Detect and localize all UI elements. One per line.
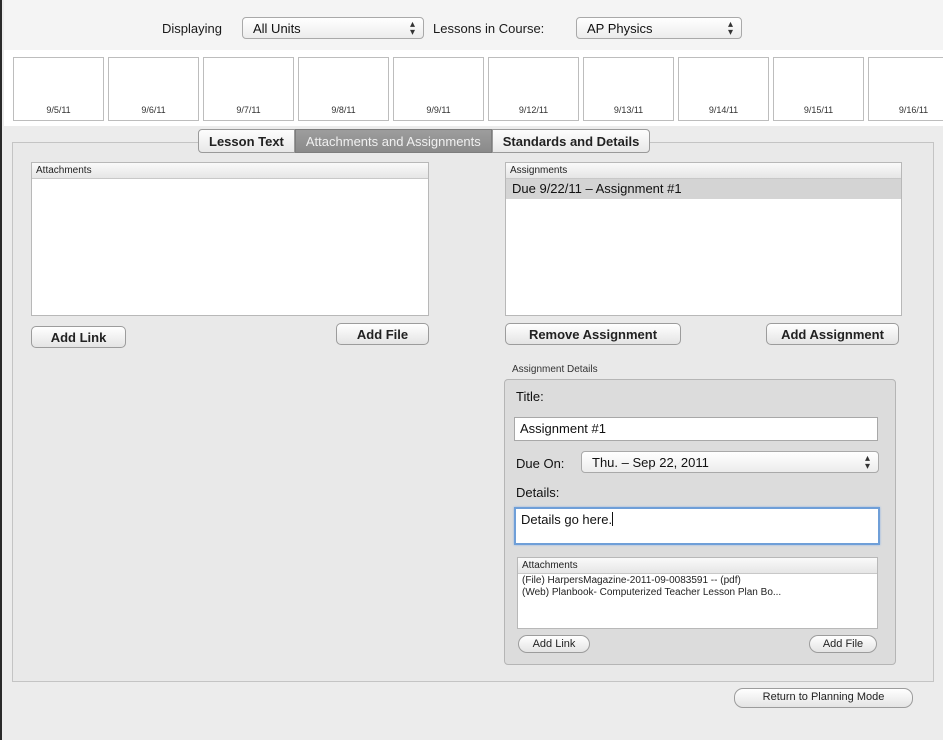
due-on-select-value: Thu. – Sep 22, 2011 [592,455,709,470]
window: Displaying All Units ▴ ▾ Lessons in Cours… [0,0,943,740]
day-date: 9/12/11 [518,105,549,115]
day-date: 9/6/11 [141,105,166,115]
day-date: 9/14/11 [708,105,739,115]
tab-attachments-and-assignments[interactable]: Attachments and Assignments [294,129,492,153]
date-strip: 9/5/11 9/6/11 9/7/11 9/8/11 9/9/11 9/12/… [4,50,943,126]
day-date: 9/16/11 [898,105,929,115]
assignment-row-selected[interactable]: Due 9/22/11 – Assignment #1 [506,179,901,199]
due-on-label: Due On: [516,456,565,471]
details-label: Details: [516,485,560,500]
details-field-text: Details go here. [521,512,613,527]
day-date: 9/9/11 [426,105,451,115]
assignments-list-header: Assignments [506,163,901,179]
toolbar: Displaying All Units ▴ ▾ Lessons in Cours… [4,0,943,50]
displaying-select-value: All Units [253,21,301,36]
day-cell[interactable]: 9/6/11 [108,57,199,121]
course-label: Lessons in Course: [433,21,545,36]
day-cell[interactable]: 9/16/11 [868,57,943,121]
course-select[interactable]: AP Physics ▴ ▾ [576,17,742,39]
details-field[interactable]: Details go here. [514,507,880,545]
detail-add-link-button[interactable]: Add Link [518,635,590,653]
add-assignment-button[interactable]: Add Assignment [766,323,899,345]
return-to-planning-mode-button[interactable]: Return to Planning Mode [734,688,913,708]
attachment-item[interactable]: (File) HarpersMagazine-2011-09-0083591 -… [518,574,877,586]
updown-arrows-icon: ▴ ▾ [409,19,415,38]
assignments-list[interactable]: Assignments Due 9/22/11 – Assignment #1 [505,162,902,316]
day-date: 9/8/11 [331,105,356,115]
detail-add-file-button[interactable]: Add File [809,635,877,653]
displaying-select[interactable]: All Units ▴ ▾ [242,17,424,39]
tab-standards-and-details[interactable]: Standards and Details [491,129,651,153]
add-file-button[interactable]: Add File [336,323,429,345]
day-cell[interactable]: 9/5/11 [13,57,104,121]
day-date: 9/5/11 [46,105,71,115]
attachments-list[interactable]: Attachments [31,162,429,316]
updown-arrows-icon: ▴ ▾ [864,453,870,472]
add-link-button[interactable]: Add Link [31,326,126,348]
detail-attachments-header: Attachments [518,558,877,574]
day-date: 9/7/11 [236,105,261,115]
remove-assignment-button[interactable]: Remove Assignment [505,323,681,345]
day-cell[interactable]: 9/13/11 [583,57,674,121]
title-label: Title: [516,389,544,404]
day-cell[interactable]: 9/8/11 [298,57,389,121]
day-cell[interactable]: 9/14/11 [678,57,769,121]
updown-arrows-icon: ▴ ▾ [727,19,733,38]
tab-bar: Lesson Text Attachments and Assignments … [198,129,651,153]
text-caret [612,512,614,526]
due-on-select[interactable]: Thu. – Sep 22, 2011 ▴ ▾ [581,451,879,473]
day-cell[interactable]: 9/7/11 [203,57,294,121]
displaying-label: Displaying [162,21,222,36]
day-date: 9/15/11 [803,105,834,115]
day-cell[interactable]: 9/9/11 [393,57,484,121]
tab-lesson-text[interactable]: Lesson Text [198,129,295,153]
attachment-item[interactable]: (Web) Planbook- Computerized Teacher Les… [518,586,877,598]
day-date: 9/13/11 [613,105,644,115]
day-cell[interactable]: 9/12/11 [488,57,579,121]
detail-attachments-list[interactable]: Attachments (File) HarpersMagazine-2011-… [517,557,878,629]
course-select-value: AP Physics [587,21,653,36]
title-field[interactable]: Assignment #1 [514,417,878,441]
day-cell[interactable]: 9/15/11 [773,57,864,121]
attachments-list-header: Attachments [32,163,428,179]
assignment-details-label: Assignment Details [512,364,598,375]
